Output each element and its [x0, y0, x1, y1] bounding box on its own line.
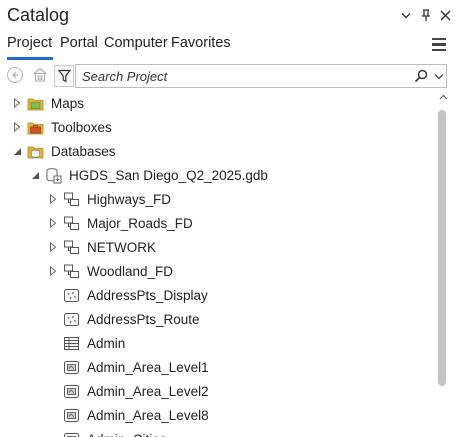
tree-item-label: Major_Roads_FD: [87, 216, 193, 231]
tree-item[interactable]: Woodland_FD: [0, 260, 432, 284]
tree-item-label: Admin: [87, 336, 126, 351]
point-feature-class-icon: [63, 287, 80, 304]
polygon-feature-class-icon: [63, 383, 80, 400]
collapsed-triangle-icon[interactable]: [12, 97, 22, 109]
back-arrow-icon[interactable]: [7, 67, 23, 83]
tree-item-label: AddressPts_Display: [87, 288, 208, 303]
table-icon: [63, 335, 80, 352]
catalog-tabs: Project Portal Computer Favorites: [0, 32, 456, 58]
tree-item[interactable]: AddressPts_Display: [0, 284, 432, 308]
tab-favorites[interactable]: Favorites: [171, 35, 231, 51]
tree-item[interactable]: Admin_Area_Level2: [0, 380, 432, 404]
maps-folder-icon: [27, 95, 44, 112]
databases-folder-icon: [27, 143, 44, 160]
polygon-feature-class-icon: [63, 431, 80, 437]
tree-item[interactable]: Maps: [0, 92, 432, 116]
pane-title-bar: Catalog: [0, 0, 456, 32]
filter-icon[interactable]: [54, 65, 74, 87]
expanded-triangle-icon[interactable]: [30, 169, 40, 181]
tree-item-label: NETWORK: [87, 240, 156, 255]
feature-dataset-icon: [63, 263, 80, 280]
pane-options-chevron-icon[interactable]: [398, 6, 414, 24]
tree-item[interactable]: Admin_Area_Level8: [0, 404, 432, 428]
tab-project[interactable]: Project: [7, 35, 52, 51]
project-home-icon[interactable]: [32, 67, 48, 83]
tree-item-label: Highways_FD: [87, 192, 172, 207]
tree-item[interactable]: Admin: [0, 332, 432, 356]
tree-item-label: Admin_Area_Level1: [87, 360, 209, 375]
scroll-up-chevron-icon[interactable]: [437, 94, 449, 104]
toolboxes-folder-icon: [27, 119, 44, 136]
vertical-scrollbar[interactable]: [432, 92, 456, 437]
catalog-pane: Catalog Project Portal Computer Favorite…: [0, 0, 456, 437]
collapsed-triangle-icon[interactable]: [48, 193, 58, 205]
tree-item-label: Admin_Cities: [87, 432, 167, 437]
hamburger-menu-icon[interactable]: [432, 38, 446, 51]
scroll-thumb[interactable]: [438, 110, 446, 386]
pin-icon[interactable]: [418, 6, 434, 24]
tree-item[interactable]: Highways_FD: [0, 188, 432, 212]
tree-item[interactable]: Admin_Cities: [0, 428, 432, 437]
polygon-feature-class-icon: [63, 407, 80, 424]
search-options-chevron-icon[interactable]: [432, 69, 446, 83]
search-icon[interactable]: [414, 69, 428, 83]
collapsed-triangle-icon[interactable]: [48, 241, 58, 253]
tab-portal[interactable]: Portal: [60, 35, 98, 51]
search-box: [75, 64, 447, 88]
point-feature-class-icon: [63, 311, 80, 328]
tree-item[interactable]: AddressPts_Route: [0, 308, 432, 332]
tree-item-label: Toolboxes: [51, 120, 112, 135]
tree-item[interactable]: Major_Roads_FD: [0, 212, 432, 236]
tree-item[interactable]: Databases: [0, 140, 432, 164]
tab-computer[interactable]: Computer: [104, 35, 168, 51]
collapsed-triangle-icon[interactable]: [48, 217, 58, 229]
polygon-feature-class-icon: [63, 359, 80, 376]
tree-item-label: Woodland_FD: [87, 264, 174, 279]
tree-item[interactable]: Admin_Area_Level1: [0, 356, 432, 380]
tree-item-label: Admin_Area_Level8: [87, 408, 209, 423]
feature-dataset-icon: [63, 239, 80, 256]
tree-item-label: HGDS_San Diego_Q2_2025.gdb: [69, 168, 268, 183]
tree-item-label: Admin_Area_Level2: [87, 384, 209, 399]
collapsed-triangle-icon[interactable]: [12, 121, 22, 133]
tree-item[interactable]: Toolboxes: [0, 116, 432, 140]
pane-title: Catalog: [7, 5, 70, 25]
catalog-tree: Maps Toolboxes Databases HGDS_San Diego_Q2_…: [0, 92, 432, 437]
collapsed-triangle-icon[interactable]: [48, 265, 58, 277]
tree-item[interactable]: HGDS_San Diego_Q2_2025.gdb: [0, 164, 432, 188]
tree-item[interactable]: NETWORK: [0, 236, 432, 260]
expanded-triangle-icon[interactable]: [12, 145, 22, 157]
tree-item-label: Maps: [51, 96, 85, 111]
feature-dataset-icon: [63, 215, 80, 232]
search-input[interactable]: [82, 67, 382, 85]
geodatabase-icon: [45, 167, 62, 184]
close-icon[interactable]: [437, 6, 453, 24]
search-toolbar: [0, 63, 456, 89]
active-tab-indicator: [7, 57, 53, 60]
tree-item-label: Databases: [51, 144, 116, 159]
tree-item-label: AddressPts_Route: [87, 312, 200, 327]
feature-dataset-icon: [63, 191, 80, 208]
